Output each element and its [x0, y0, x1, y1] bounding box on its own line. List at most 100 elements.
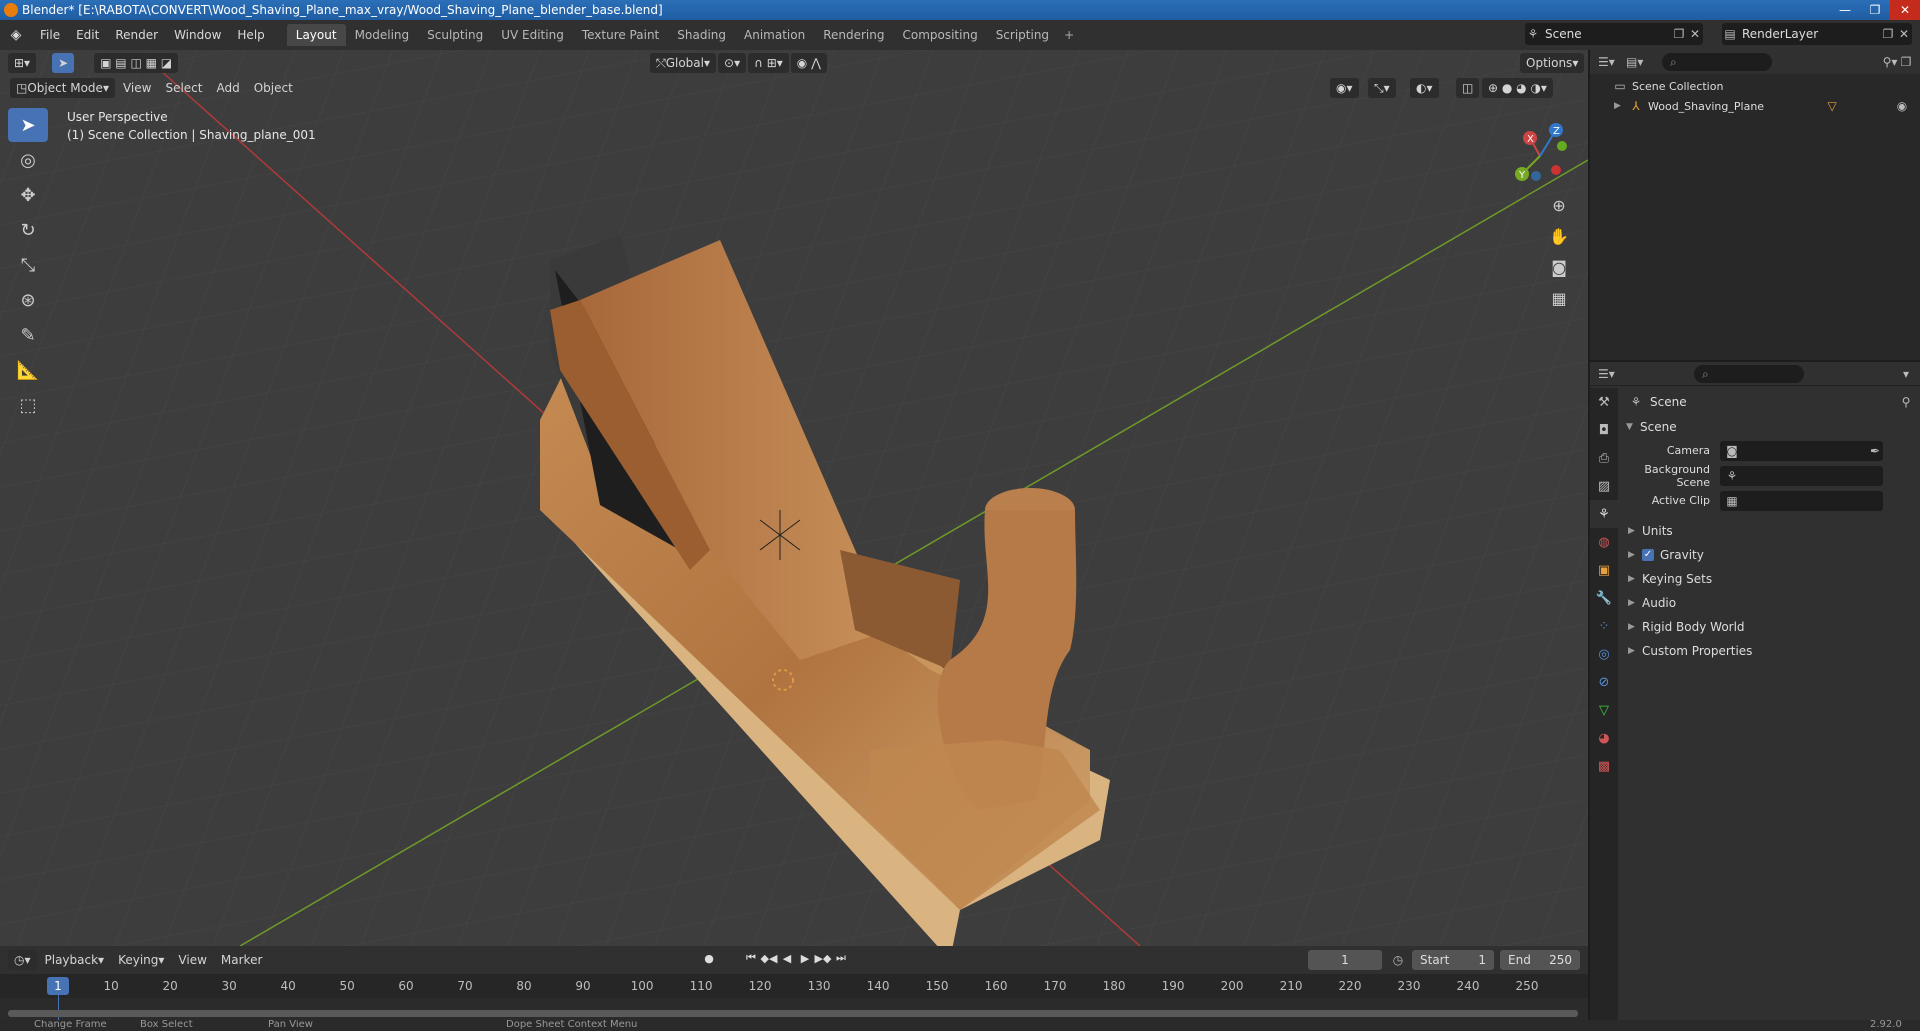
tab-shading[interactable]: Shading [668, 24, 735, 46]
play-reverse-icon[interactable]: ◀ [778, 952, 796, 965]
tab-tool[interactable]: ⚒ [1590, 388, 1618, 416]
stopwatch-icon[interactable]: ◷ [1390, 953, 1406, 967]
tab-scripting[interactable]: Scripting [987, 24, 1058, 46]
menu-marker[interactable]: Marker [215, 950, 268, 970]
mode-dropdown[interactable]: ◳ Object Mode ▾ [10, 78, 115, 98]
start-frame-field[interactable]: Start 1 [1412, 950, 1494, 970]
gizmo-toggle[interactable]: ⤡▾ [1368, 78, 1396, 98]
scene-section-header[interactable]: ▼ Scene [1620, 416, 1920, 438]
record-icon[interactable]: ● [700, 952, 718, 965]
menu-select[interactable]: Select [159, 78, 208, 98]
tab-physics[interactable]: ◎ [1590, 640, 1618, 668]
camera-view-button[interactable]: ◙ [1544, 252, 1574, 282]
remove-scene-icon[interactable]: ✕ [1687, 27, 1703, 41]
expand-arrow-icon[interactable]: ▶ [1614, 101, 1628, 111]
new-collection-icon[interactable]: ❐ [1898, 55, 1914, 69]
visibility-dropdown[interactable]: ◉▾ [1330, 78, 1359, 98]
tab-view-layer[interactable]: ▨ [1590, 472, 1618, 500]
outliner-search-input[interactable]: ⌕ [1662, 53, 1772, 71]
tab-texture[interactable]: ▩ [1590, 752, 1618, 780]
camera-field[interactable]: ◙ ✒ [1720, 440, 1883, 461]
background-scene-field[interactable]: ⚘ [1720, 465, 1883, 486]
cursor-tool[interactable]: ◎ [8, 143, 48, 177]
jump-start-icon[interactable]: ⏮ [742, 951, 760, 965]
menu-window[interactable]: Window [166, 28, 229, 42]
scene-selector[interactable]: ⚘ Scene ❐ ✕ [1525, 23, 1703, 45]
tab-constraints[interactable]: ⊘ [1590, 668, 1618, 696]
tab-animation[interactable]: Animation [735, 24, 814, 46]
add-workspace-button[interactable]: + [1058, 24, 1080, 46]
navigation-gizmo[interactable]: X Z Y [1500, 116, 1580, 196]
menu-render[interactable]: Render [107, 28, 166, 42]
menu-edit[interactable]: Edit [68, 28, 107, 42]
proportional-editing-toggle[interactable]: ◉ ⋀ [790, 53, 827, 73]
properties-search-input[interactable]: ⌕ [1694, 364, 1804, 383]
tab-world[interactable]: ◍ [1590, 528, 1618, 556]
selection-mode-buttons[interactable]: ▣ ▤ ◫ ▦ ◪ [94, 53, 179, 73]
close-button[interactable]: ✕ [1890, 0, 1920, 20]
jump-end-icon[interactable]: ⏭ [832, 951, 850, 965]
prev-keyframe-icon[interactable]: ◆◀ [760, 952, 778, 965]
timeline-ruler[interactable]: 1 10 20 30 40 50 60 70 80 90 100 110 120 130 140 150 160… [0, 974, 1588, 998]
audio-subpanel[interactable]: ▶ Audio [1620, 591, 1920, 615]
zoom-button[interactable]: ⊕ [1544, 190, 1574, 220]
select-box-tool[interactable]: ➤ [8, 108, 48, 142]
options-dropdown[interactable]: Options ▾ [1520, 53, 1585, 73]
shading-buttons[interactable]: ⊕ ● ◕ ◑▾ [1482, 78, 1553, 98]
eyedropper-icon[interactable]: ✒ [1867, 444, 1883, 458]
keying-sets-subpanel[interactable]: ▶ Keying Sets [1620, 567, 1920, 591]
blender-menu-icon[interactable]: ◈ [0, 20, 32, 50]
current-frame-field[interactable]: 1 [1308, 950, 1382, 970]
menu-keying[interactable]: Keying ▾ [112, 950, 170, 970]
next-keyframe-icon[interactable]: ▶◆ [814, 952, 832, 965]
select-tool-button[interactable]: ➤ [52, 53, 75, 73]
display-mode-icon[interactable]: ▤▾ [1626, 55, 1643, 69]
tab-layout[interactable]: Layout [286, 24, 346, 46]
tab-particles[interactable]: ⁘ [1590, 612, 1618, 640]
pivot-dropdown[interactable]: ⊙▾ [718, 53, 747, 73]
filter-icon[interactable]: ⚲▾ [1882, 55, 1898, 69]
snap-toggle[interactable]: ∩ ⊞▾ [748, 53, 789, 73]
xray-toggle[interactable]: ◫ [1456, 78, 1480, 98]
render-layer-selector[interactable]: ▤ RenderLayer ❐ ✕ [1722, 23, 1912, 45]
maximize-button[interactable]: ❐ [1860, 0, 1890, 20]
units-subpanel[interactable]: ▶ Units [1620, 519, 1920, 543]
timeline-editor-type-button[interactable]: ◷▾ [8, 950, 37, 970]
perspective-toggle[interactable]: ▦ [1544, 283, 1574, 313]
rigid-body-world-subpanel[interactable]: ▶ Rigid Body World [1620, 615, 1920, 639]
copy-layer-icon[interactable]: ❐ [1880, 27, 1896, 41]
scale-tool[interactable]: ⤡ [8, 248, 48, 282]
pin-icon[interactable]: ⚲ [1898, 395, 1914, 409]
tab-uv-editing[interactable]: UV Editing [492, 24, 573, 46]
custom-properties-subpanel[interactable]: ▶ Custom Properties [1620, 639, 1920, 663]
minimize-button[interactable]: — [1830, 0, 1860, 20]
tab-rendering[interactable]: Rendering [814, 24, 893, 46]
tab-modeling[interactable]: Modeling [346, 24, 419, 46]
tab-render[interactable]: ◘ [1590, 416, 1618, 444]
timeline-scrollbar[interactable] [8, 1010, 1578, 1017]
editor-type-button[interactable]: ⊞▾ [8, 53, 37, 73]
tab-modifiers[interactable]: 🔧 [1590, 584, 1618, 612]
menu-object[interactable]: Object [248, 78, 299, 98]
add-cube-tool[interactable]: ⬚ [8, 388, 48, 422]
tab-output[interactable]: ⎙ [1590, 444, 1618, 472]
tab-object[interactable]: ▣ [1590, 556, 1618, 584]
tab-sculpting[interactable]: Sculpting [418, 24, 492, 46]
eye-icon[interactable]: ◉ [1894, 99, 1910, 113]
tab-material[interactable]: ◕ [1590, 724, 1618, 752]
remove-layer-icon[interactable]: ✕ [1896, 27, 1912, 41]
play-icon[interactable]: ▶ [796, 952, 814, 965]
orientation-dropdown[interactable]: ⤲ Global ▾ [650, 53, 717, 73]
move-tool[interactable]: ✥ [8, 178, 48, 212]
3d-viewport[interactable]: ⊞▾ ➤ ▣ ▤ ◫ ▦ ◪ ⤲ Global ▾ ⊙▾ ∩ ⊞▾ ◉ ⋀ Op… [0, 50, 1588, 946]
menu-file[interactable]: File [32, 28, 68, 42]
outliner-row-scene-collection[interactable]: ▭ Scene Collection [1590, 76, 1920, 96]
menu-view[interactable]: View [117, 78, 157, 98]
annotate-tool[interactable]: ✎ [8, 318, 48, 352]
tab-texture-paint[interactable]: Texture Paint [573, 24, 668, 46]
menu-playback[interactable]: Playback ▾ [39, 950, 111, 970]
end-frame-field[interactable]: End 250 [1500, 950, 1580, 970]
gravity-checkbox[interactable]: ✓ [1642, 549, 1654, 561]
tab-compositing[interactable]: Compositing [893, 24, 986, 46]
overlay-toggle[interactable]: ◐▾ [1410, 78, 1439, 98]
